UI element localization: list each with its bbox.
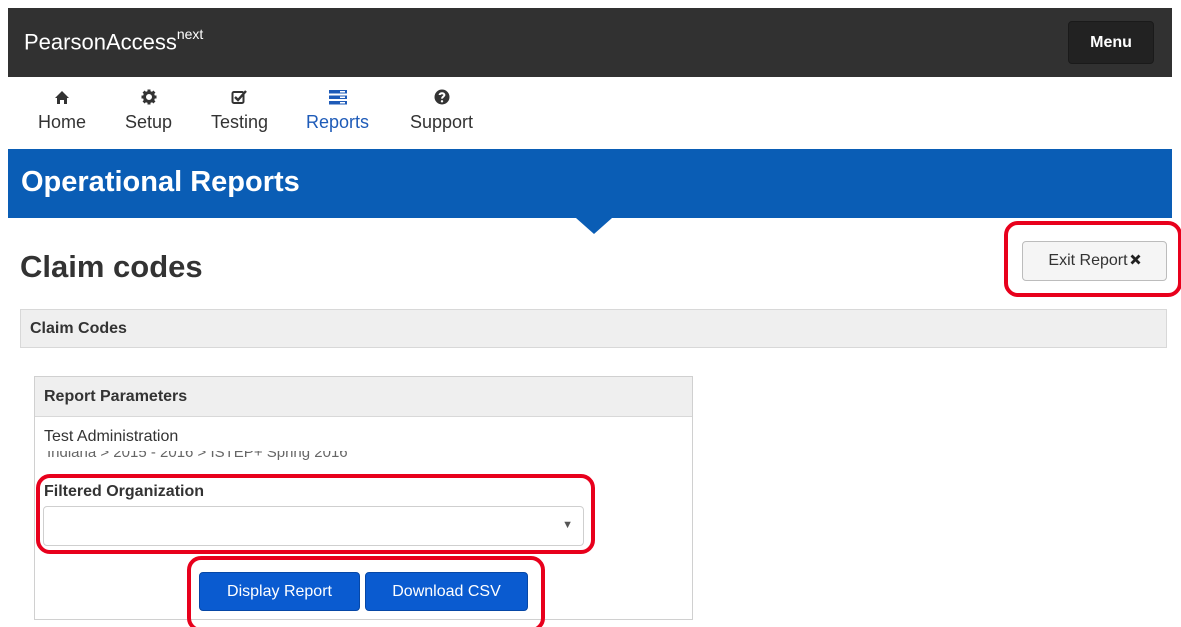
menu-button[interactable]: Menu <box>1068 21 1154 64</box>
nav-setup-label: Setup <box>125 112 173 132</box>
gear-icon <box>137 86 161 108</box>
banner-title: Operational Reports <box>21 166 300 198</box>
nav-home[interactable]: Home <box>38 86 86 133</box>
brand-superscript: next <box>176 26 204 42</box>
nav-support-label: Support <box>410 112 474 132</box>
section-title: Claim Codes <box>30 320 127 337</box>
nav-testing-label: Testing <box>211 112 269 132</box>
main-nav: Home Setup Testing Reports Support <box>8 77 1172 149</box>
exit-report-button[interactable]: Exit Report <box>1022 241 1167 281</box>
page-banner: Operational Reports <box>8 149 1172 218</box>
banner-pointer <box>576 218 612 234</box>
question-icon <box>430 86 454 108</box>
close-icon <box>1130 252 1141 270</box>
section-header: Claim Codes <box>20 309 1167 348</box>
nav-setup[interactable]: Setup <box>125 86 172 133</box>
test-administration-value: Indiana > 2015 - 2016 > ISTEP+ Spring 20… <box>47 451 348 462</box>
checkbox-icon <box>228 86 252 108</box>
nav-reports[interactable]: Reports <box>306 86 369 133</box>
brand-logo[interactable]: PearsonAccessnext <box>24 26 204 55</box>
download-csv-button[interactable]: Download CSV <box>365 572 528 611</box>
nav-testing[interactable]: Testing <box>211 86 268 133</box>
reports-icon <box>326 86 350 108</box>
nav-reports-label: Reports <box>306 112 370 132</box>
nav-support[interactable]: Support <box>410 86 473 133</box>
page-title: Claim codes <box>20 249 203 284</box>
nav-home-label: Home <box>38 112 87 132</box>
exit-report-label: Exit Report <box>1048 252 1128 269</box>
display-report-button[interactable]: Display Report <box>199 572 360 611</box>
panel-header: Report Parameters <box>35 377 692 417</box>
panel-title: Report Parameters <box>44 388 188 405</box>
test-administration-text: Indiana > 2015 - 2016 > ISTEP+ Spring 20… <box>47 451 348 461</box>
filter-highlight-ring <box>36 474 595 554</box>
home-icon <box>50 86 74 108</box>
top-bar: PearsonAccessnext Menu <box>8 8 1172 77</box>
test-administration-label: Test Administration <box>44 428 179 445</box>
brand-name: PearsonAccess <box>24 29 177 55</box>
